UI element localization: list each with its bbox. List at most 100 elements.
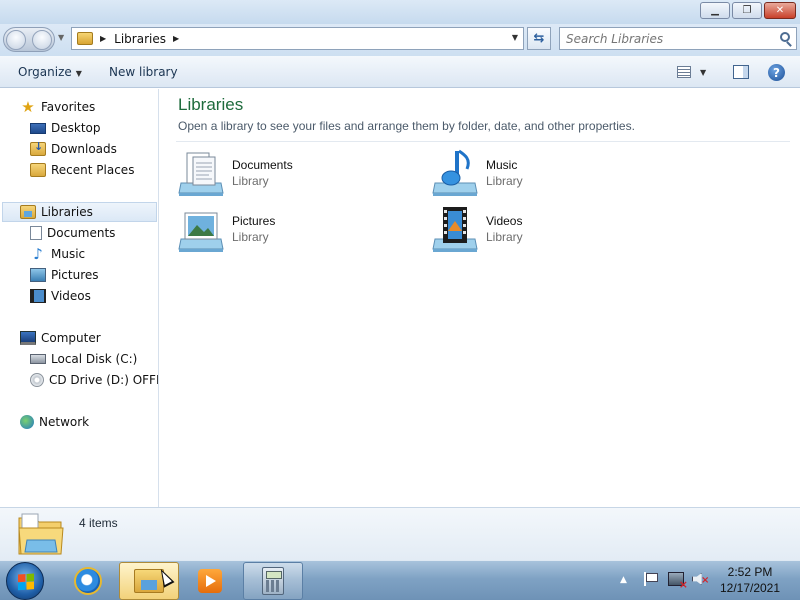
sidebar-item-label: Network — [39, 415, 90, 429]
library-pictures[interactable]: Pictures Library — [177, 205, 407, 255]
sidebar-item-label: Music — [51, 247, 86, 261]
forward-button[interactable] — [32, 30, 52, 50]
preview-pane-icon[interactable] — [733, 65, 749, 79]
breadcrumb-libraries[interactable]: Libraries — [114, 32, 166, 46]
sidebar-item-network[interactable]: Network — [20, 412, 89, 432]
action-center-flag-icon[interactable] — [643, 572, 658, 586]
taskbar-internet-explorer[interactable] — [58, 562, 118, 600]
help-icon[interactable]: ? — [768, 64, 785, 81]
search-box[interactable] — [559, 27, 797, 50]
sidebar-item-recent-places[interactable]: Recent Places — [30, 160, 134, 180]
sidebar-item-documents[interactable]: Documents — [30, 223, 115, 243]
address-bar[interactable]: ▶ Libraries ▶ ▼ — [71, 27, 524, 50]
change-view-button[interactable]: ▼ — [677, 64, 711, 80]
film-strip-icon — [30, 289, 46, 303]
navigation-pane: ★ Favorites Desktop Downloads Recent Pla… — [0, 89, 159, 507]
sidebar-item-cd-drive[interactable]: CD Drive (D:) OFFICE — [30, 370, 158, 390]
volume-muted-icon: × — [701, 575, 710, 586]
sidebar-item-local-disk[interactable]: Local Disk (C:) — [30, 349, 137, 369]
documents-icon — [30, 226, 42, 240]
navigation-bar: ▼ ▶ Libraries ▶ ▼ ⇆ — [0, 24, 800, 56]
clock-date: 12/17/2021 — [719, 581, 781, 595]
start-button[interactable] — [6, 562, 44, 600]
sidebar-item-downloads[interactable]: Downloads — [30, 139, 117, 159]
library-type: Library — [232, 230, 269, 244]
organize-label: Organize — [18, 65, 72, 79]
library-videos[interactable]: Videos Library — [431, 205, 661, 255]
search-input[interactable] — [560, 28, 770, 49]
search-icon[interactable] — [780, 32, 790, 42]
minimize-button[interactable]: ▁ — [700, 2, 730, 19]
system-clock[interactable]: 2:52 PM 12/17/2021 — [712, 564, 788, 596]
details-pane: 4 items — [0, 507, 800, 560]
sidebar-item-label: Libraries — [41, 205, 93, 219]
network-disconnected-icon[interactable] — [668, 572, 688, 591]
sidebar-item-label: Local Disk (C:) — [51, 352, 138, 366]
refresh-button[interactable]: ⇆ — [527, 27, 551, 50]
command-bar: Organize ▼ New library ▼ — [0, 56, 800, 88]
calculator-icon — [262, 567, 284, 595]
recent-pages-dropdown-icon[interactable]: ▼ — [58, 33, 64, 42]
item-count: 4 items — [79, 516, 118, 530]
music-note-icon: ♪ — [33, 245, 43, 263]
back-forward-buttons — [3, 27, 55, 52]
library-music[interactable]: Music Library — [431, 149, 661, 199]
star-icon: ★ — [21, 98, 35, 116]
header-divider — [176, 141, 790, 142]
libraries-folder-icon — [18, 513, 64, 555]
network-globe-icon — [20, 415, 34, 429]
sidebar-item-videos[interactable]: Videos — [30, 286, 91, 306]
computer-icon — [20, 331, 36, 345]
new-library-button[interactable]: New library — [109, 65, 178, 79]
back-button[interactable] — [6, 30, 26, 50]
libraries-folder-icon — [77, 32, 93, 45]
sidebar-item-desktop[interactable]: Desktop — [30, 118, 101, 138]
breadcrumb-chevron-icon[interactable]: ▶ — [173, 34, 179, 43]
library-name: Music — [486, 158, 518, 172]
sidebar-item-favorites[interactable]: ★ Favorites — [20, 97, 95, 117]
pictures-icon — [30, 268, 46, 282]
taskbar-calculator[interactable] — [243, 562, 303, 600]
media-player-icon — [198, 569, 222, 593]
sidebar-item-label: Pictures — [51, 268, 99, 282]
breadcrumb-chevron-icon[interactable]: ▶ — [100, 34, 106, 43]
sidebar-item-label: Downloads — [51, 142, 117, 156]
view-options-icon — [677, 66, 691, 78]
internet-explorer-icon — [74, 567, 102, 595]
library-documents[interactable]: Documents Library — [177, 149, 407, 199]
library-name: Pictures — [232, 214, 276, 228]
organize-button[interactable]: Organize ▼ — [18, 65, 82, 79]
restore-button[interactable]: ❐ — [732, 2, 762, 19]
sidebar-item-libraries[interactable]: Libraries — [2, 202, 157, 222]
documents-library-icon — [178, 152, 224, 196]
chevron-down-icon: ▼ — [75, 69, 82, 78]
recent-places-icon — [30, 163, 46, 177]
pictures-library-icon — [178, 212, 224, 252]
hard-disk-icon — [30, 354, 46, 364]
chevron-down-icon[interactable]: ▼ — [700, 68, 706, 77]
close-button[interactable]: ✕ — [764, 2, 796, 19]
sidebar-item-computer[interactable]: Computer — [20, 328, 101, 348]
window-titlebar[interactable]: ▁ ❐ ✕ — [0, 0, 800, 24]
sidebar-item-label: Videos — [51, 289, 91, 303]
page-title: Libraries — [178, 95, 244, 114]
sidebar-item-label: Computer — [41, 331, 101, 345]
library-type: Library — [232, 174, 269, 188]
clock-time: 2:52 PM — [727, 565, 773, 579]
libraries-content: Libraries Open a library to see your fil… — [160, 89, 800, 507]
sidebar-item-label: Desktop — [51, 121, 101, 135]
videos-library-icon — [432, 207, 478, 252]
music-library-icon — [432, 149, 478, 196]
library-name: Documents — [232, 158, 293, 172]
taskbar-media-player[interactable] — [180, 562, 240, 600]
sidebar-item-label: Favorites — [41, 100, 96, 114]
downloads-folder-icon — [30, 140, 46, 156]
library-name: Videos — [486, 214, 523, 228]
library-type: Library — [486, 230, 523, 244]
sidebar-item-music[interactable]: ♪ Music — [30, 244, 85, 264]
address-dropdown-icon[interactable]: ▼ — [512, 33, 518, 42]
sidebar-item-pictures[interactable]: Pictures — [30, 265, 99, 285]
show-hidden-icons-icon[interactable]: ▲ — [620, 575, 627, 585]
page-subtitle: Open a library to see your files and arr… — [178, 119, 635, 133]
sidebar-item-label: Recent Places — [51, 163, 135, 177]
